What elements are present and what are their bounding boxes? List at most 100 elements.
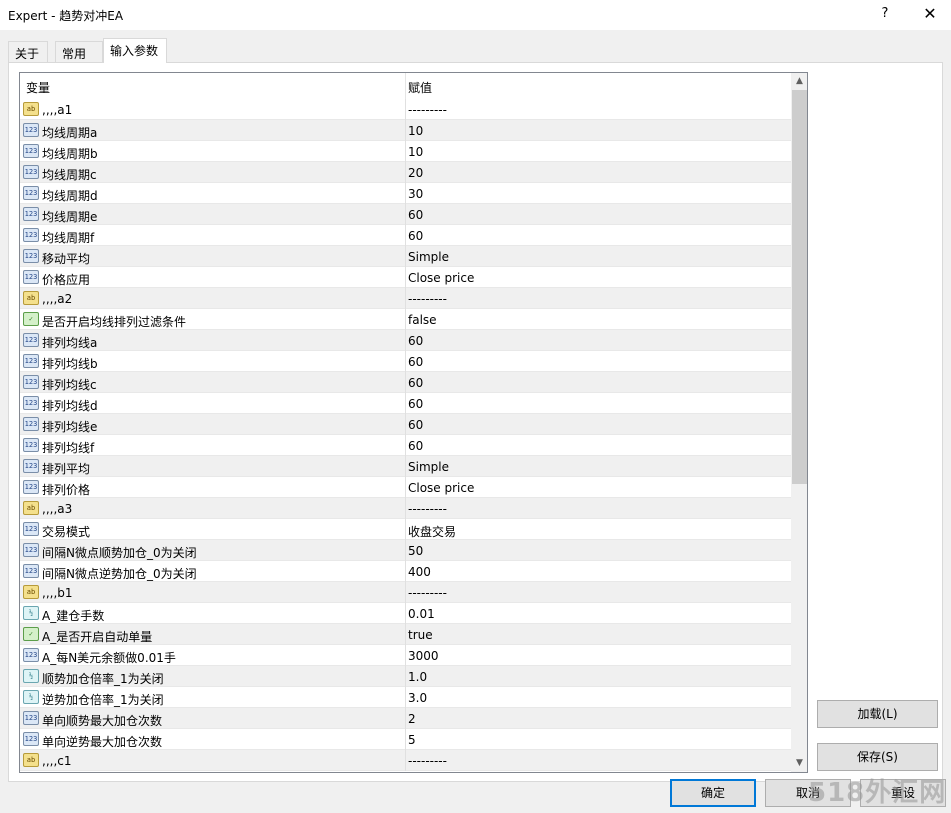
param-row[interactable]: 123 间隔N微点顺势加仓_0为关闭 50 [20,540,791,561]
param-value[interactable]: 60 [408,439,423,453]
param-row[interactable]: 123 均线周期d 30 [20,183,791,204]
save-button[interactable]: 保存(S) [817,743,938,771]
param-row[interactable]: 123 均线周期b 10 [20,141,791,162]
param-value[interactable]: 3.0 [408,691,427,705]
watermark-logo: 518外汇网 [808,778,947,808]
param-row[interactable]: ab ,,,,b1 --------- [20,582,791,603]
vertical-scrollbar[interactable]: ▲ ▼ [791,73,807,772]
string-icon: ab [23,585,39,599]
param-row[interactable]: ab ,,,,a1 --------- [20,99,791,120]
param-value[interactable]: 60 [408,334,423,348]
param-row[interactable]: ½ 逆势加仓倍率_1为关闭 3.0 [20,687,791,708]
param-row[interactable]: ab ,,,,a3 --------- [20,498,791,519]
param-value[interactable]: false [408,313,437,327]
integer-icon: 123 [23,732,39,746]
param-row[interactable]: 123 排列均线c 60 [20,372,791,393]
param-row[interactable]: 123 均线周期c 20 [20,162,791,183]
param-value[interactable]: 10 [408,145,423,159]
param-value[interactable]: 2 [408,712,416,726]
param-value[interactable]: --------- [408,292,447,306]
param-name: 排列平均 [42,462,91,476]
column-header-value[interactable]: 赋值 [408,79,432,96]
param-row[interactable]: 123 排列均线d 60 [20,393,791,414]
param-value[interactable]: 10 [408,124,423,138]
param-row[interactable]: 123 单向逆势最大加仓次数 5 [20,729,791,750]
cell-divider [405,351,406,372]
cell-divider [405,309,406,330]
integer-icon: 123 [23,522,39,536]
param-value[interactable]: 30 [408,187,423,201]
param-row[interactable]: 123 排列价格 Close price [20,477,791,498]
param-value[interactable]: 60 [408,355,423,369]
param-value[interactable]: 400 [408,565,431,579]
param-value[interactable]: Simple [408,460,449,474]
param-value[interactable]: 60 [408,418,423,432]
param-row[interactable]: ✓ A_是否开启自动单量 true [20,624,791,645]
param-value[interactable]: 3000 [408,649,439,663]
param-value[interactable]: 5 [408,733,416,747]
tab-inputs[interactable]: 输入参数 [103,38,167,63]
param-value[interactable]: 60 [408,229,423,243]
param-row[interactable]: 123 排列均线e 60 [20,414,791,435]
inputs-grid: 变量 赋值 ab ,,,,a1 --------- 123 均线周期a 10 123 均线周期… [19,72,808,773]
param-value[interactable]: --------- [408,103,447,117]
param-row[interactable]: 123 均线周期a 10 [20,120,791,141]
param-row[interactable]: 123 排列平均 Simple [20,456,791,477]
column-divider[interactable] [405,73,406,99]
param-value[interactable]: 50 [408,544,423,558]
param-value[interactable]: Close price [408,481,474,495]
param-value[interactable]: 1.0 [408,670,427,684]
param-value[interactable]: Close price [408,271,474,285]
param-value[interactable]: --------- [408,502,447,516]
integer-icon: 123 [23,333,39,347]
param-row[interactable]: ✓ 是否开启均线排列过滤条件 false [20,309,791,330]
param-name: 排列均线b [42,357,98,371]
integer-icon: 123 [23,165,39,179]
scroll-thumb[interactable] [792,90,807,484]
param-row[interactable]: 123 单向顺势最大加仓次数 2 [20,708,791,729]
param-row[interactable]: ab ,,,,a2 --------- [20,288,791,309]
column-header-variable[interactable]: 变量 [26,79,50,96]
param-row[interactable]: 123 价格应用 Close price [20,267,791,288]
param-name: 移动平均 [42,252,91,266]
param-value[interactable]: --------- [408,586,447,600]
load-button[interactable]: 加载(L) [817,700,938,728]
param-value[interactable]: 收盘交易 [408,523,456,540]
param-value[interactable]: 60 [408,397,423,411]
param-row[interactable]: ½ A_建仓手数 0.01 [20,603,791,624]
help-button[interactable]: ? [874,4,896,24]
param-value[interactable]: 60 [408,376,423,390]
param-row[interactable]: 123 排列均线f 60 [20,435,791,456]
param-value[interactable]: 0.01 [408,607,435,621]
scroll-up-arrow-icon[interactable]: ▲ [791,73,807,90]
param-row[interactable]: ½ 顺势加仓倍率_1为关闭 1.0 [20,666,791,687]
param-name: 交易模式 [42,525,91,539]
param-row[interactable]: 123 A_每N美元余额做0.01手 3000 [20,645,791,666]
param-value[interactable]: 60 [408,208,423,222]
param-row[interactable]: 123 交易模式 收盘交易 [20,519,791,540]
double-icon: ½ [23,669,39,683]
param-name: 均线周期c [42,168,97,182]
cell-divider [405,456,406,477]
param-value[interactable]: Simple [408,250,449,264]
ok-button[interactable]: 确定 [670,779,756,807]
tab-common[interactable]: 常用 [55,41,103,62]
param-value[interactable]: true [408,628,433,642]
param-row[interactable]: 123 均线周期f 60 [20,225,791,246]
param-row[interactable]: 123 均线周期e 60 [20,204,791,225]
param-row[interactable]: 123 排列均线a 60 [20,330,791,351]
param-row[interactable]: 123 排列均线b 60 [20,351,791,372]
scroll-down-arrow-icon[interactable]: ▼ [791,755,807,772]
cell-divider [405,99,406,120]
tab-about[interactable]: 关于 [8,41,48,62]
param-row[interactable]: 123 间隔N微点逆势加仓_0为关闭 400 [20,561,791,582]
param-value[interactable]: 20 [408,166,423,180]
cell-divider [405,141,406,162]
integer-icon: 123 [23,375,39,389]
param-row[interactable]: 123 移动平均 Simple [20,246,791,267]
close-button[interactable]: ✕ [918,4,942,24]
cell-divider [405,288,406,309]
param-value[interactable]: --------- [408,754,447,768]
cell-divider [405,435,406,456]
param-row[interactable]: ab ,,,,c1 --------- [20,750,791,771]
